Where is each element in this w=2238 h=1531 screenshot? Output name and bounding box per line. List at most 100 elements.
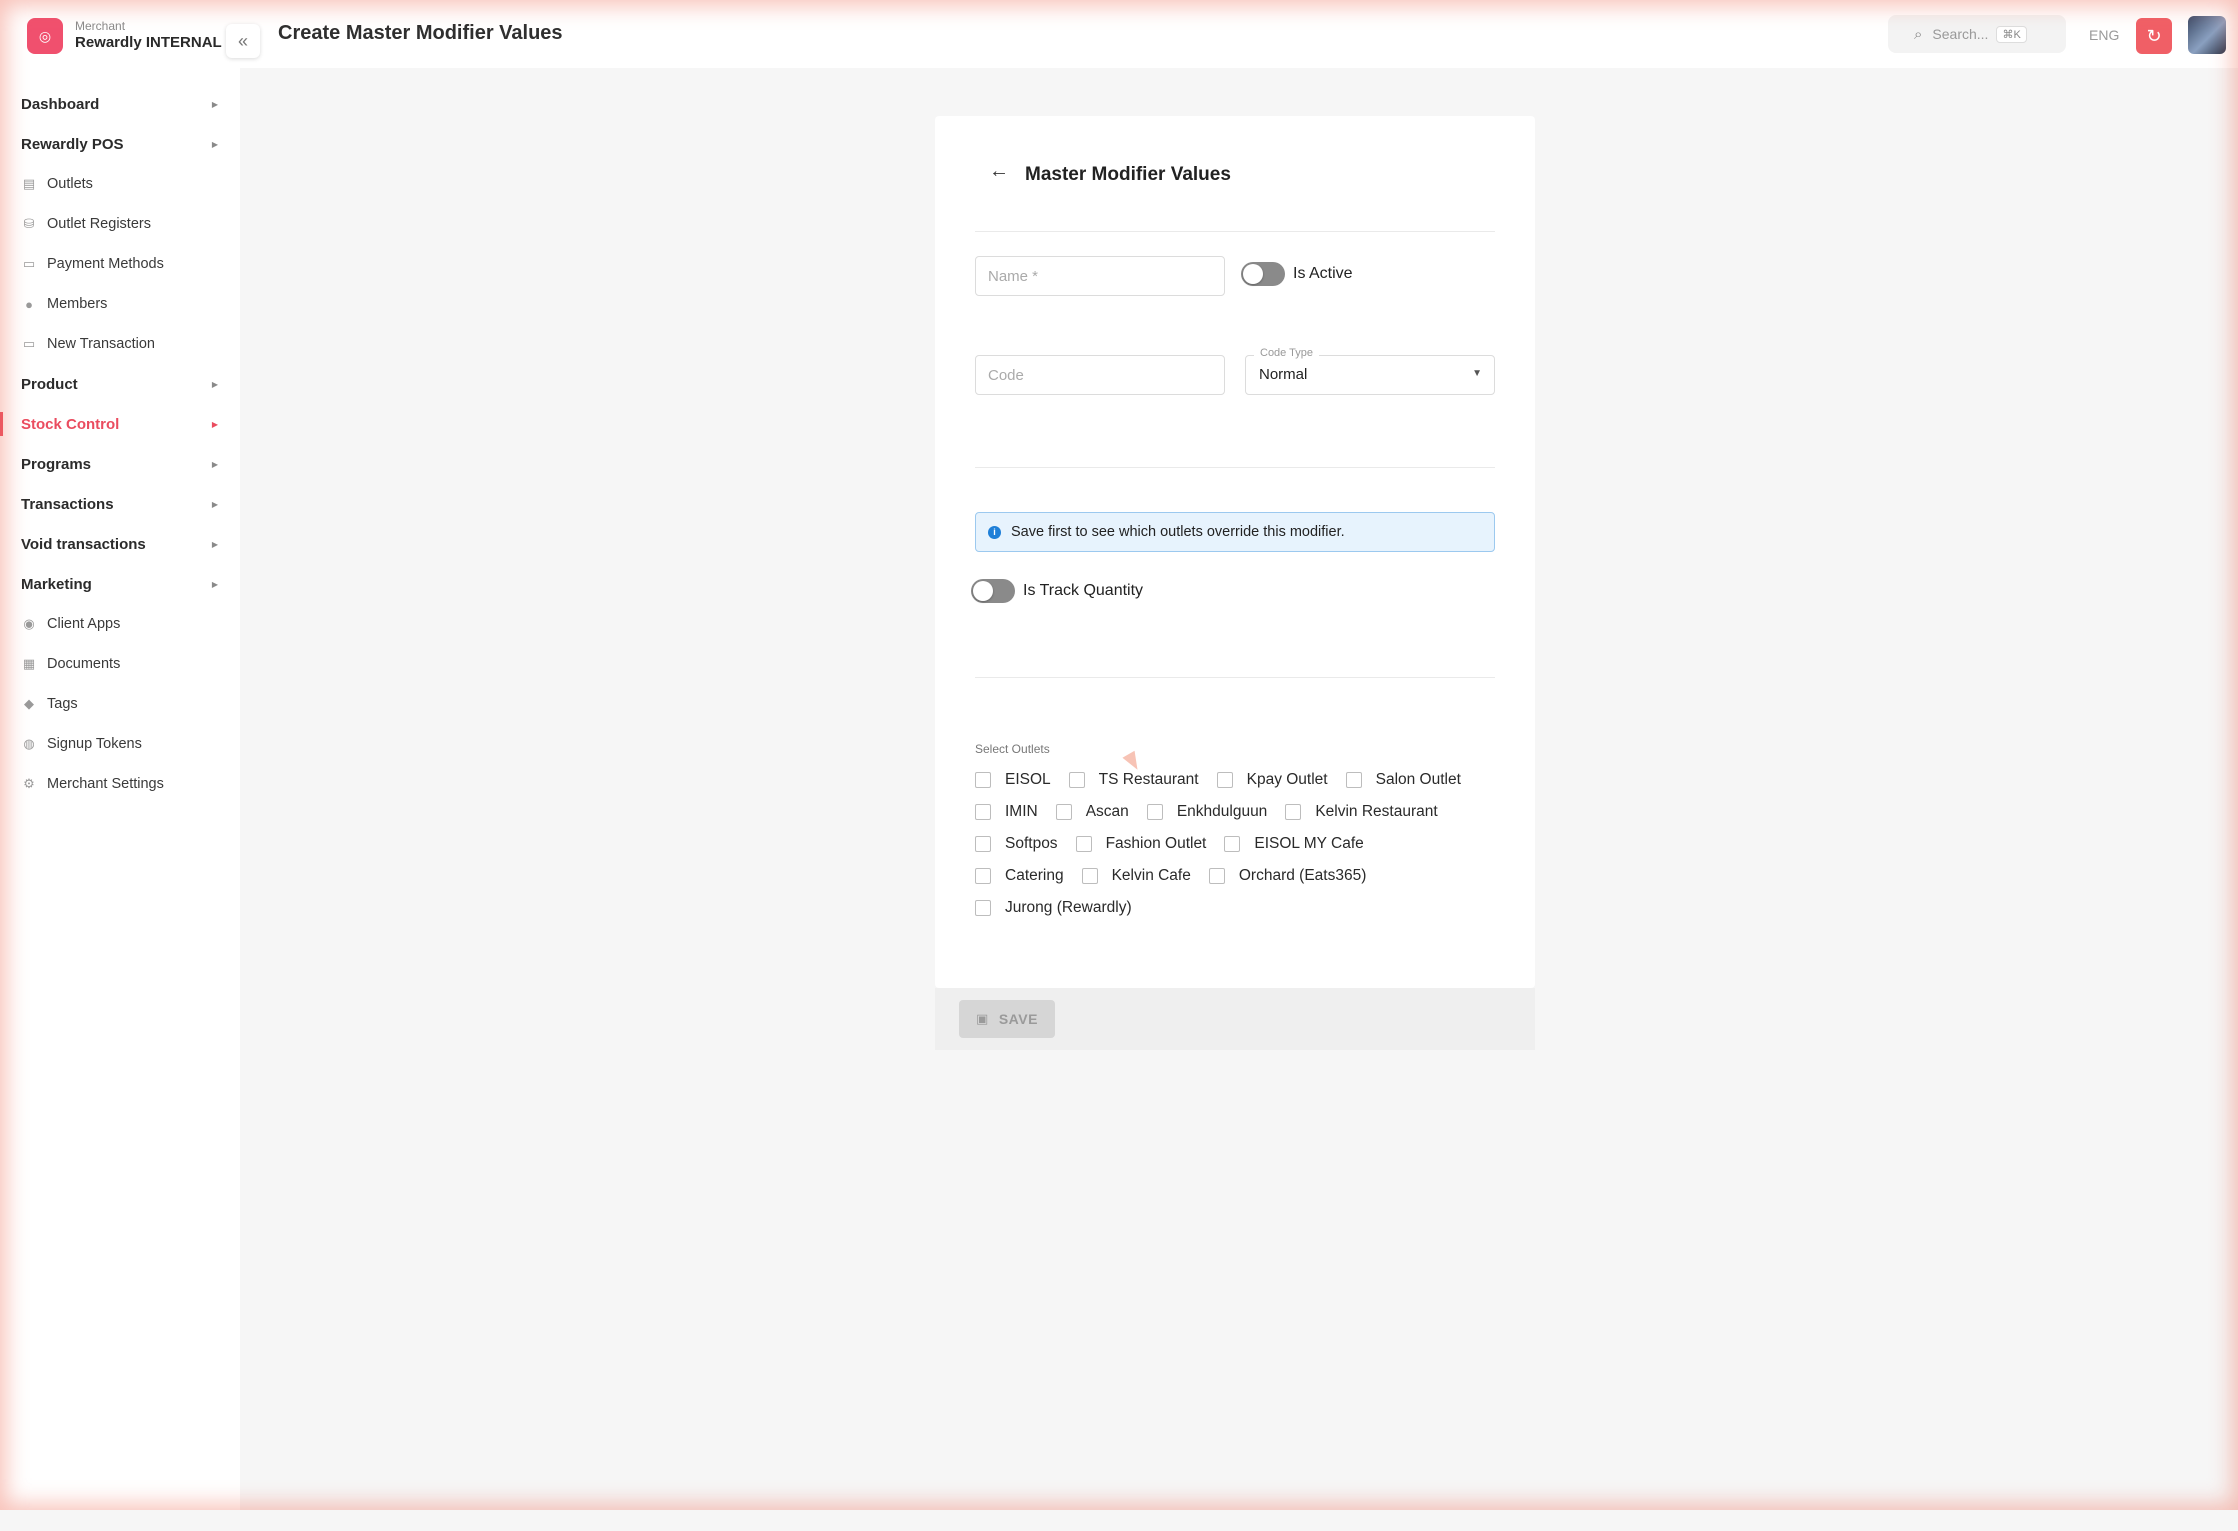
track-quantity-toggle[interactable]: Is Track Quantity — [971, 579, 1143, 603]
sidebar-item-label: Outlets — [47, 176, 93, 192]
sidebar-item-label: New Transaction — [47, 336, 155, 352]
save-button[interactable]: ▣ SAVE — [959, 1000, 1055, 1038]
code-input[interactable]: Code — [975, 355, 1225, 395]
info-text: Save first to see which outlets override… — [1011, 524, 1345, 540]
save-icon: ▣ — [976, 1011, 989, 1026]
sidebar-item-label: Client Apps — [47, 616, 121, 632]
outlet-checkbox-eisol[interactable]: EISOL — [975, 771, 1051, 789]
checkbox[interactable] — [1068, 772, 1085, 788]
outlet-checkbox-kpay-outlet[interactable]: Kpay Outlet — [1216, 771, 1328, 789]
checkbox[interactable] — [975, 836, 991, 852]
avatar[interactable] — [2188, 16, 2226, 54]
form-card: ← Master Modifier Values Name * Is Activ… — [935, 116, 1535, 988]
outlet-checkbox-kelvin-cafe[interactable]: Kelvin Cafe — [1081, 867, 1191, 885]
arrow-left-icon[interactable]: ← — [989, 160, 1009, 183]
name-input[interactable]: Name * — [975, 256, 1225, 296]
language-switcher[interactable]: ENG — [2089, 27, 2119, 43]
checkbox[interactable] — [1081, 868, 1098, 884]
outlet-label: Softpos — [1005, 835, 1058, 852]
outlet-checkbox-jurong-rewardly[interactable]: Jurong (Rewardly) — [975, 899, 1132, 917]
settings-icon: ⚙ — [23, 776, 35, 791]
double-chevron-left-icon: « — [237, 30, 248, 51]
collapse-sidebar-button[interactable]: « — [226, 24, 260, 58]
sidebar-item-rewardly-pos[interactable]: Rewardly POS ▶ — [0, 124, 240, 164]
sidebar-item-client-apps[interactable]: ◉ Client Apps — [0, 604, 240, 644]
checkbox[interactable] — [1285, 804, 1302, 820]
sidebar-item-outlet-registers[interactable]: ⛁ Outlet Registers — [0, 204, 240, 244]
sidebar-item-dashboard[interactable]: Dashboard ▶ — [0, 84, 240, 124]
sidebar-item-outlets[interactable]: ▤ Outlets — [0, 164, 240, 204]
caret-right-icon: ▶ — [211, 499, 218, 509]
outlet-label: Salon Outlet — [1375, 771, 1461, 788]
caret-right-icon: ▶ — [211, 99, 218, 109]
caret-right-icon: ▶ — [211, 139, 218, 149]
sidebar-item-product[interactable]: Product ▶ — [0, 364, 240, 404]
search-placeholder: Search... — [1932, 26, 1989, 42]
checkbox[interactable] — [1055, 804, 1072, 820]
sidebar-item-stock-control[interactable]: Stock Control ▶ — [0, 404, 240, 444]
sidebar-item-merchant-settings[interactable]: ⚙ Merchant Settings — [0, 764, 240, 804]
outlet-checkbox-kelvin-restaurant[interactable]: Kelvin Restaurant — [1285, 803, 1438, 821]
sidebar-item-void-transactions[interactable]: Void transactions ▶ — [0, 524, 240, 564]
outlet-row: Catering Kelvin Cafe Orchard (Eats365) — [975, 860, 1495, 892]
checkbox[interactable] — [1345, 772, 1362, 788]
checkbox[interactable] — [975, 868, 991, 884]
sidebar-item-payment-methods[interactable]: ▭ Payment Methods — [0, 244, 240, 284]
outlet-label: Fashion Outlet — [1105, 835, 1207, 852]
search-button[interactable]: ⌕ Search... ⌘K — [1888, 15, 2066, 53]
rewardly-logo-icon: ◎ — [27, 18, 63, 54]
outlet-checkbox-ts-restaurant[interactable]: TS Restaurant — [1068, 771, 1199, 789]
sidebar-item-new-transaction[interactable]: ▭ New Transaction — [0, 324, 240, 364]
sidebar-item-label: Documents — [47, 656, 121, 672]
name-placeholder: Name * — [988, 267, 1039, 285]
outlet-checkbox-orchard-eats365[interactable]: Orchard (Eats365) — [1208, 867, 1366, 885]
sidebar-item-label: Members — [47, 296, 108, 312]
refresh-button[interactable]: ↻ — [2136, 18, 2172, 54]
outlet-checkbox-eisol-my-cafe[interactable]: EISOL MY Cafe — [1224, 835, 1364, 853]
brand[interactable]: ◎ Merchant Rewardly INTERNAL — [27, 18, 222, 54]
toggle-track[interactable] — [971, 579, 1015, 603]
sidebar-item-members[interactable]: ● Members — [0, 284, 240, 324]
checkbox[interactable] — [975, 772, 991, 788]
sidebar: ◎ Merchant Rewardly INTERNAL Dashboard ▶ R… — [0, 0, 240, 1531]
checkbox[interactable] — [1216, 772, 1233, 788]
sidebar-item-label: Merchant Settings — [47, 776, 164, 792]
outlet-checkbox-fashion-outlet[interactable]: Fashion Outlet — [1075, 835, 1207, 853]
outlet-label: Kelvin Cafe — [1111, 867, 1191, 884]
sidebar-item-signup-tokens[interactable]: ◍ Signup Tokens — [0, 724, 240, 764]
outlet-checkbox-ascan[interactable]: Ascan — [1055, 803, 1129, 821]
outlet-checkbox-salon-outlet[interactable]: Salon Outlet — [1345, 771, 1461, 789]
checkbox[interactable] — [1146, 804, 1163, 820]
sidebar-item-programs[interactable]: Programs ▶ — [0, 444, 240, 484]
user-icon: ● — [25, 296, 33, 312]
outlet-checkbox-catering[interactable]: Catering — [975, 867, 1064, 885]
checkbox[interactable] — [975, 900, 991, 916]
is-active-toggle[interactable]: Is Active — [1241, 262, 1353, 286]
caret-down-icon: ▼ — [1472, 368, 1482, 379]
document-icon: ▦ — [22, 656, 36, 671]
app-icon: ◉ — [23, 616, 35, 631]
divider — [975, 231, 1495, 232]
sidebar-item-label: Rewardly POS — [21, 135, 124, 153]
outlet-checkbox-softpos[interactable]: Softpos — [975, 835, 1058, 853]
sidebar-item-marketing[interactable]: Marketing ▶ — [0, 564, 240, 604]
checkbox[interactable] — [1208, 868, 1225, 884]
checkbox[interactable] — [975, 804, 991, 820]
outlet-checkbox-imin[interactable]: IMIN — [975, 803, 1038, 821]
checkbox[interactable] — [1224, 836, 1241, 852]
outlet-label: Ascan — [1085, 803, 1129, 820]
track-quantity-label: Is Track Quantity — [1023, 582, 1144, 599]
toggle-track[interactable] — [1241, 262, 1285, 286]
payment-icon: ▭ — [22, 256, 36, 271]
checkbox[interactable] — [1075, 836, 1092, 852]
top-header: Create Master Modifier Values ⌕ Search..… — [240, 0, 2238, 68]
sidebar-item-label: Tags — [47, 696, 78, 712]
search-icon: ⌕ — [1914, 25, 1923, 43]
outlet-checkbox-enkhdulguun[interactable]: Enkhdulguun — [1146, 803, 1267, 821]
sidebar-item-tags[interactable]: ◆ Tags — [0, 684, 240, 724]
sidebar-item-documents[interactable]: ▦ Documents — [0, 644, 240, 684]
form-footer: ▣ SAVE — [935, 988, 1535, 1050]
sidebar-item-transactions[interactable]: Transactions ▶ — [0, 484, 240, 524]
code-type-select[interactable]: Code Type Normal ▼ — [1245, 347, 1495, 395]
info-alert: i Save first to see which outlets overri… — [975, 512, 1495, 552]
